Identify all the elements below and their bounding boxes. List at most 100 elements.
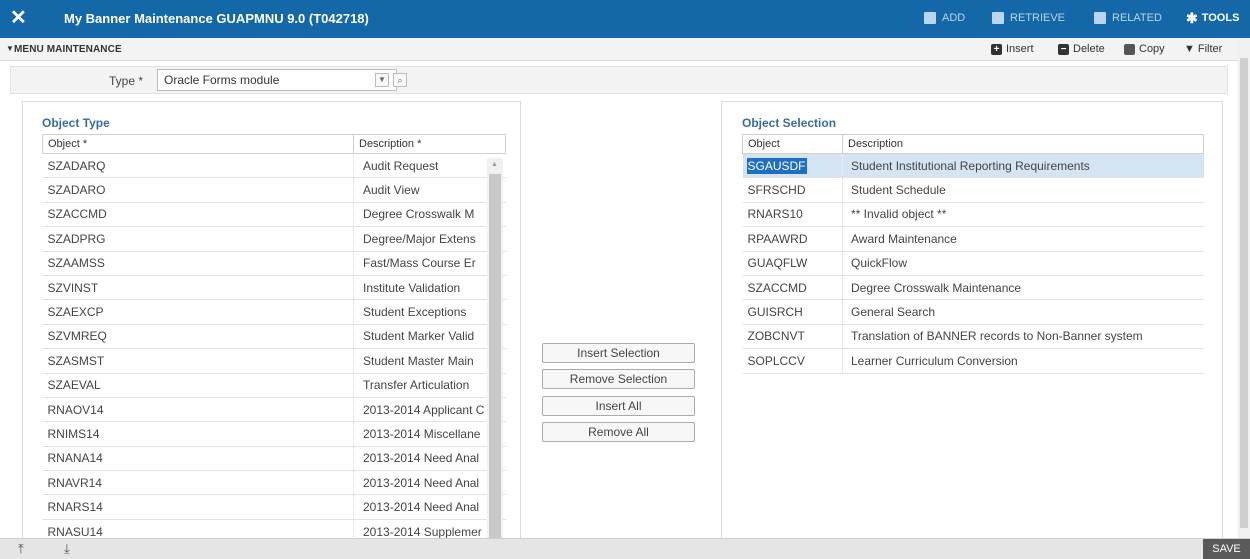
description-cell[interactable]: Student Institutional Reporting Requirem…	[842, 153, 1204, 179]
description-cell[interactable]: 2013-2014 Miscellane	[353, 421, 506, 447]
table-row[interactable]: SZASMST Student Master Main	[42, 348, 506, 374]
collapse-caret-icon[interactable]: ▼	[6, 44, 14, 53]
object-cell[interactable]: SZASMST	[42, 348, 354, 374]
search-icon[interactable]: ⌕	[393, 73, 407, 87]
object-cell[interactable]: SZVMREQ	[42, 324, 354, 350]
description-cell[interactable]: Learner Curriculum Conversion	[842, 348, 1204, 374]
table-row[interactable]: ZOBCNVT Translation of BANNER records to …	[742, 324, 1204, 350]
table-row[interactable]: RNARS14 2013-2014 Need Anal	[42, 494, 506, 520]
description-cell[interactable]: Degree Crosswalk Maintenance	[842, 275, 1204, 301]
column-header-description[interactable]: Description	[842, 134, 1204, 154]
object-cell[interactable]: RNAOV14	[42, 397, 354, 423]
object-cell[interactable]: SZADARQ	[42, 153, 354, 179]
description-cell[interactable]: Student Marker Valid	[353, 324, 506, 350]
retrieve-button[interactable]: RETRIEVE	[992, 12, 1065, 24]
description-cell[interactable]: Fast/Mass Course Er	[353, 251, 506, 276]
description-cell[interactable]: Degree/Major Extens	[353, 226, 506, 252]
table-row[interactable]: RNARS10 ** Invalid object **	[742, 202, 1204, 228]
delete-button[interactable]: − Delete	[1058, 43, 1105, 55]
description-cell[interactable]: QuickFlow	[842, 251, 1204, 276]
table-row[interactable]: SZAAMSS Fast/Mass Course Er	[42, 251, 506, 276]
object-cell[interactable]: RNARS14	[42, 494, 354, 520]
description-cell[interactable]: Degree Crosswalk M	[353, 202, 506, 228]
filter-button[interactable]: ▼ Filter	[1184, 43, 1222, 55]
object-cell[interactable]: SZAAMSS	[42, 251, 354, 276]
table-row[interactable]: SZACCMD Degree Crosswalk M	[42, 202, 506, 228]
table-row[interactable]: SFRSCHD Student Schedule	[742, 177, 1204, 203]
save-button[interactable]: SAVE	[1203, 539, 1250, 559]
table-row[interactable]: SGAUSDF Student Institutional Reporting R…	[742, 153, 1204, 179]
tools-button[interactable]: ✱ TOOLS	[1186, 11, 1239, 25]
object-cell[interactable]: SZVINST	[42, 275, 354, 301]
object-cell[interactable]: SZAEXCP	[42, 299, 354, 325]
column-header-description[interactable]: Description *	[353, 134, 506, 154]
description-cell[interactable]: Award Maintenance	[842, 226, 1204, 252]
close-icon[interactable]: ✕	[10, 7, 27, 29]
related-button[interactable]: RELATED	[1094, 12, 1162, 24]
object-cell[interactable]: RNARS10	[742, 202, 843, 228]
insert-button[interactable]: + Insert	[991, 43, 1034, 55]
object-cell[interactable]: GUAQFLW	[742, 251, 843, 276]
table-row[interactable]: RNIMS14 2013-2014 Miscellane	[42, 421, 506, 447]
description-cell[interactable]: ** Invalid object **	[842, 202, 1204, 228]
description-cell[interactable]: Audit View	[353, 177, 506, 203]
object-cell[interactable]: SGAUSDF	[742, 153, 843, 179]
table-row[interactable]: GUISRCH General Search	[742, 299, 1204, 325]
table-row[interactable]: SZAEVAL Transfer Articulation	[42, 373, 506, 398]
object-cell[interactable]: RNIMS14	[42, 421, 354, 447]
table-row[interactable]: RPAAWRD Award Maintenance	[742, 226, 1204, 252]
description-cell[interactable]: Audit Request	[353, 153, 506, 179]
insert-selection-button[interactable]: Insert Selection	[542, 343, 695, 363]
table-row[interactable]: RNAOV14 2013-2014 Applicant C	[42, 397, 506, 423]
add-button[interactable]: ADD	[924, 12, 965, 24]
object-cell[interactable]: SZACCMD	[742, 275, 843, 301]
remove-selection-button[interactable]: Remove Selection	[542, 369, 695, 389]
type-select[interactable]: Oracle Forms module	[157, 69, 397, 91]
object-cell[interactable]: SOPLCCV	[742, 348, 843, 374]
description-cell[interactable]: 2013-2014 Need Anal	[353, 470, 506, 496]
object-cell[interactable]: RPAAWRD	[742, 226, 843, 252]
table-row[interactable]: SOPLCCV Learner Curriculum Conversion	[742, 348, 1204, 374]
object-cell[interactable]: GUISRCH	[742, 299, 843, 325]
object-cell[interactable]: SZADARO	[42, 177, 354, 203]
table-row[interactable]: SZADARO Audit View	[42, 177, 506, 203]
description-cell[interactable]: 2013-2014 Need Anal	[353, 494, 506, 520]
description-cell[interactable]: General Search	[842, 299, 1204, 325]
object-cell[interactable]: RNAVR14	[42, 470, 354, 496]
description-cell[interactable]: Student Schedule	[842, 177, 1204, 203]
object-cell[interactable]: SZAEVAL	[42, 373, 354, 398]
remove-all-button[interactable]: Remove All	[542, 422, 695, 442]
object-type-scrollbar[interactable]: ▲	[487, 158, 503, 559]
description-cell[interactable]: Student Master Main	[353, 348, 506, 374]
scroll-up-icon[interactable]: ▲	[491, 161, 498, 168]
table-row[interactable]: SZAEXCP Student Exceptions	[42, 299, 506, 325]
column-header-object[interactable]: Object *	[42, 134, 354, 154]
object-cell[interactable]: ZOBCNVT	[742, 324, 843, 350]
table-row[interactable]: RNAVR14 2013-2014 Need Anal	[42, 470, 506, 496]
description-cell[interactable]: 2013-2014 Applicant C	[353, 397, 506, 423]
page-scrollbar-thumb[interactable]	[1240, 58, 1248, 528]
insert-all-button[interactable]: Insert All	[542, 396, 695, 416]
page-scrollbar[interactable]	[1238, 38, 1250, 538]
table-row[interactable]: GUAQFLW QuickFlow	[742, 251, 1204, 276]
copy-button[interactable]: Copy	[1124, 43, 1165, 55]
table-row[interactable]: SZVINST Institute Validation	[42, 275, 506, 301]
description-cell[interactable]: Transfer Articulation	[353, 373, 506, 398]
description-cell[interactable]: 2013-2014 Need Anal	[353, 446, 506, 472]
chevron-down-icon[interactable]: ▼	[375, 73, 389, 87]
object-cell[interactable]: SZADPRG	[42, 226, 354, 252]
table-row[interactable]: RNANA14 2013-2014 Need Anal	[42, 446, 506, 472]
column-header-object[interactable]: Object	[742, 134, 843, 154]
table-row[interactable]: SZACCMD Degree Crosswalk Maintenance	[742, 275, 1204, 301]
table-row[interactable]: SZADPRG Degree/Major Extens	[42, 226, 506, 252]
first-record-icon[interactable]: ⤒	[18, 541, 24, 557]
description-cell[interactable]: Translation of BANNER records to Non-Ban…	[842, 324, 1204, 350]
description-cell[interactable]: Institute Validation	[353, 275, 506, 301]
object-cell[interactable]: RNANA14	[42, 446, 354, 472]
table-row[interactable]: SZVMREQ Student Marker Valid	[42, 324, 506, 350]
last-record-icon[interactable]: ⤓	[64, 541, 70, 557]
object-cell[interactable]: SFRSCHD	[742, 177, 843, 203]
object-cell[interactable]: SZACCMD	[42, 202, 354, 228]
scrollbar-thumb[interactable]	[489, 174, 501, 559]
table-row[interactable]: SZADARQ Audit Request	[42, 153, 506, 179]
